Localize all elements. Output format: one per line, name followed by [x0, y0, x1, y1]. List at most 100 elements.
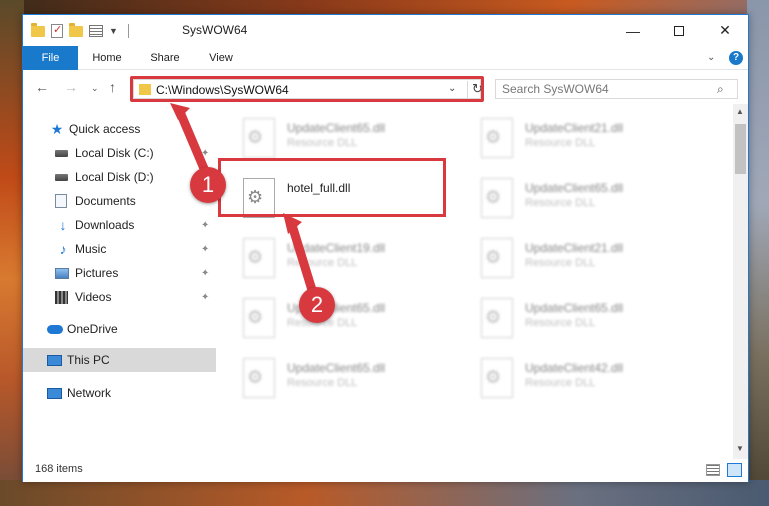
- tab-view[interactable]: View: [201, 46, 241, 70]
- pin-icon[interactable]: ✦: [201, 292, 209, 303]
- sidebar-item-onedrive[interactable]: OneDrive: [23, 317, 216, 341]
- sidebar-item-quick-access[interactable]: ★ Quick access: [23, 117, 216, 141]
- file-type: Resource DLL: [525, 377, 596, 389]
- search-icon[interactable]: ⌕: [717, 82, 724, 97]
- sidebar-item-label: Downloads: [75, 218, 135, 232]
- navigation-pane: ★ Quick access Local Disk (C:) ✦ Local Disk …: [23, 104, 216, 459]
- tab-home[interactable]: Home: [85, 46, 129, 70]
- file-type: Resource DLL: [525, 257, 596, 269]
- pin-icon[interactable]: ✦: [201, 244, 209, 255]
- pin-icon[interactable]: ✦: [201, 148, 209, 159]
- dll-file-icon: [243, 238, 275, 278]
- file-item[interactable]: UpdateClient65.dllResource DLL: [237, 296, 467, 344]
- file-name: UpdateClient65.dll: [525, 301, 624, 315]
- file-name: UpdateClient21.dll: [525, 121, 624, 135]
- sidebar-item-pictures[interactable]: Pictures ✦: [23, 261, 216, 285]
- file-item[interactable]: UpdateClient21.dll Resource DLL: [475, 236, 705, 284]
- vertical-scrollbar[interactable]: ▲ ▼: [733, 104, 748, 459]
- tab-file[interactable]: File: [23, 46, 78, 70]
- sidebar-item-label: Quick access: [69, 122, 141, 136]
- dll-file-icon: [243, 358, 275, 398]
- onedrive-icon: [47, 324, 63, 334]
- details-view-icon[interactable]: [706, 464, 720, 476]
- address-highlight-box: [130, 76, 484, 102]
- help-icon[interactable]: ?: [729, 51, 743, 65]
- network-icon: [47, 387, 62, 399]
- music-icon: ♪: [59, 241, 67, 257]
- new-folder-icon[interactable]: [69, 22, 83, 37]
- sidebar-item-label: Documents: [75, 194, 136, 208]
- expand-ribbon-icon[interactable]: ⌄: [707, 52, 715, 63]
- file-item[interactable]: UpdateClient42.dll Resource DLL: [475, 356, 705, 404]
- scroll-down-icon[interactable]: ▼: [736, 444, 744, 453]
- step-2-badge: 2: [299, 287, 335, 323]
- dll-file-icon: [481, 358, 513, 398]
- sidebar-item-label: Videos: [75, 290, 112, 304]
- up-button[interactable]: ↑: [109, 79, 116, 95]
- downloads-icon: ↓: [59, 217, 67, 233]
- dll-file-icon: [481, 178, 513, 218]
- pin-icon[interactable]: ✦: [201, 220, 209, 231]
- quick-access-toolbar: ▼: [31, 22, 129, 39]
- file-name: UpdateClient21.dll: [525, 241, 624, 255]
- minimize-button[interactable]: —: [610, 15, 656, 46]
- sidebar-item-label: Pictures: [75, 266, 119, 280]
- file-item[interactable]: UpdateClient19.dll Resource DLL: [237, 236, 467, 284]
- maximize-button[interactable]: [656, 15, 702, 46]
- scroll-up-icon[interactable]: ▲: [736, 107, 744, 116]
- title-separator: [127, 24, 129, 38]
- file-type: Resource DLL: [525, 137, 596, 149]
- recent-locations-button[interactable]: ⌄: [91, 83, 99, 94]
- file-type: Resource DLL: [287, 137, 358, 149]
- file-item[interactable]: UpdateClient65.dll Resource DLL: [237, 116, 467, 164]
- window-title: SysWOW64: [182, 23, 248, 37]
- sidebar-item-downloads[interactable]: ↓ Downloads ✦: [23, 213, 216, 237]
- sidebar-item-label: OneDrive: [67, 322, 118, 336]
- customize-icon[interactable]: [89, 25, 103, 37]
- star-icon: ★: [50, 120, 64, 137]
- sidebar-item-local-disk-d[interactable]: Local Disk (D:): [23, 165, 216, 189]
- file-type: Resource DLL: [525, 317, 596, 329]
- file-item[interactable]: UpdateClient65.dllResource DLL: [475, 176, 705, 224]
- search-input[interactable]: [502, 82, 712, 96]
- dll-file-icon: [243, 118, 275, 158]
- tab-share[interactable]: Share: [145, 46, 185, 70]
- file-item[interactable]: UpdateClient65.dll Resource DLL: [475, 296, 705, 344]
- close-button[interactable]: ✕: [702, 15, 748, 46]
- sidebar-item-documents[interactable]: Documents: [23, 189, 216, 213]
- properties-check-icon[interactable]: [51, 23, 63, 38]
- navigation-bar: ← → ⌄ ↑ C:\Windows\SysWOW64 ⌄ ↻ ⌕: [23, 71, 748, 104]
- videos-icon: [55, 290, 68, 304]
- sidebar-item-this-pc[interactable]: This PC: [23, 348, 216, 372]
- sidebar-item-network[interactable]: Network: [23, 381, 216, 405]
- back-button[interactable]: ←: [35, 79, 49, 95]
- file-item[interactable]: UpdateClient21.dll Resource DLL: [475, 116, 705, 164]
- pc-icon: [47, 354, 62, 366]
- search-box[interactable]: ⌕: [495, 79, 738, 99]
- scroll-thumb[interactable]: [735, 124, 746, 174]
- dll-file-icon: [481, 298, 513, 338]
- status-bar: 168 items: [23, 459, 748, 482]
- file-highlight-box: [218, 158, 446, 217]
- file-name: UpdateClient65.dll: [287, 121, 386, 135]
- forward-button[interactable]: →: [64, 79, 78, 95]
- sidebar-item-local-disk-c[interactable]: Local Disk (C:) ✦: [23, 141, 216, 165]
- desktop-background-right: [747, 0, 769, 506]
- ribbon-tabs: File Home Share View ⌄ ?: [23, 46, 748, 70]
- disk-icon: [55, 149, 68, 157]
- documents-icon: [55, 194, 67, 208]
- maximize-icon: [674, 25, 684, 36]
- file-item[interactable]: UpdateClient65.dllResource DLL: [237, 356, 467, 404]
- sidebar-item-videos[interactable]: Videos ✦: [23, 285, 216, 309]
- sidebar-item-label: This PC: [67, 353, 110, 367]
- large-icons-view-icon[interactable]: [727, 463, 742, 477]
- file-type: Resource DLL: [525, 197, 596, 209]
- dll-file-icon: [481, 118, 513, 158]
- pin-icon[interactable]: ✦: [201, 268, 209, 279]
- dll-file-icon: [243, 298, 275, 338]
- toolbar-dropdown-icon[interactable]: ▼: [109, 26, 118, 36]
- file-name: UpdateClient19.dll: [287, 241, 386, 255]
- sidebar-item-music[interactable]: ♪ Music ✦: [23, 237, 216, 261]
- folder-icon[interactable]: [31, 22, 45, 37]
- sidebar-item-label: Network: [67, 386, 112, 400]
